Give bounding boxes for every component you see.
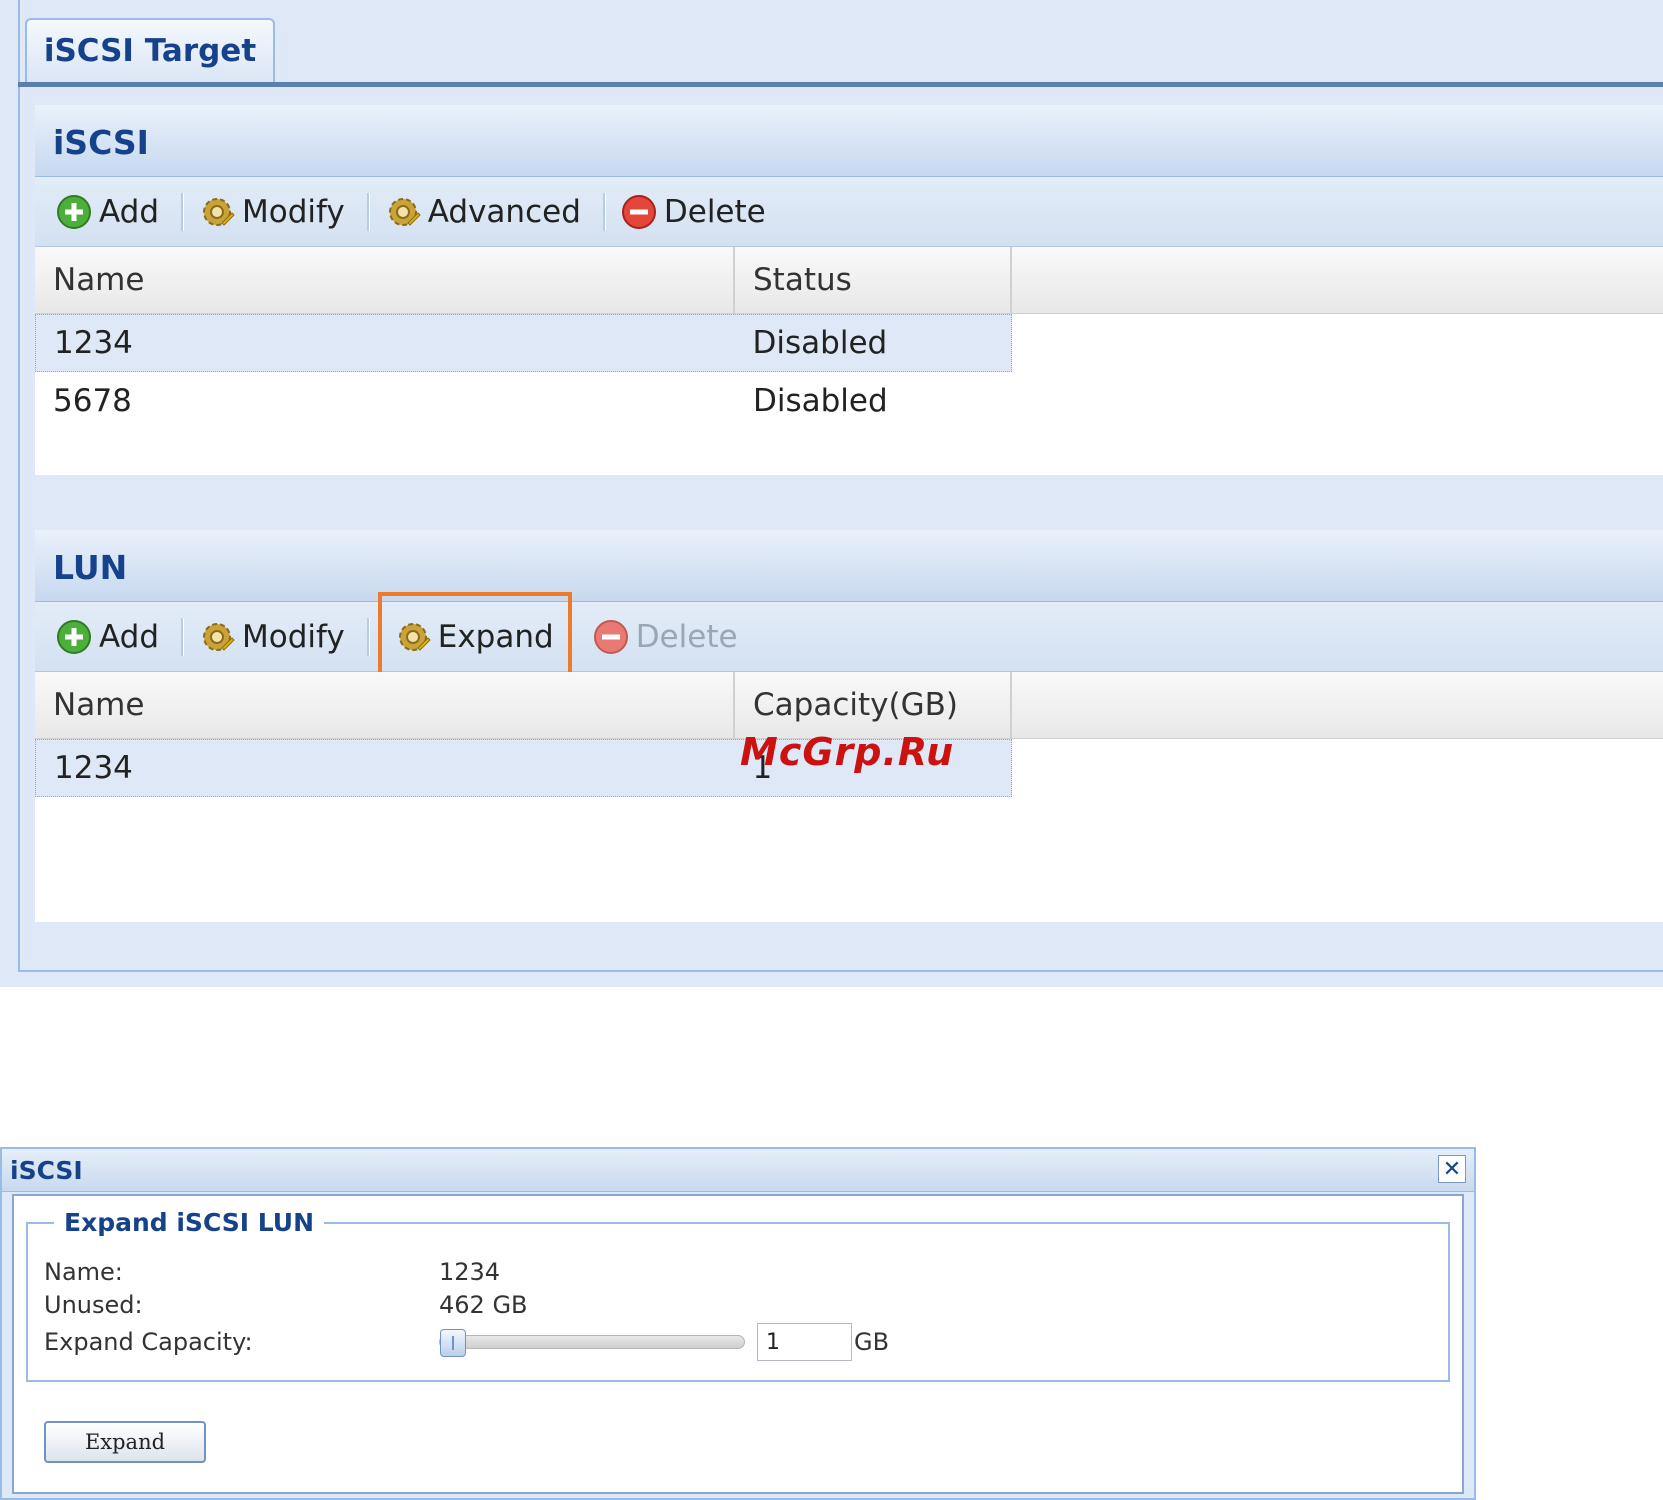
expand-button[interactable]: Expand (44, 1421, 206, 1463)
toolbar-separator (181, 192, 185, 231)
toolbar-separator (181, 617, 185, 656)
cell-status: Disabled (752, 325, 888, 361)
lun-expand-label: Expand (437, 618, 554, 655)
toolbar-separator (366, 192, 370, 231)
capacity-slider[interactable] (439, 1329, 745, 1357)
delete-icon (593, 619, 628, 654)
iscsi-grid: Name Status 1234 Disabled 5678 Disabled (35, 247, 1663, 430)
column-header-status[interactable]: Status (735, 247, 1012, 313)
gear-icon (203, 622, 235, 651)
cell-name: 5678 (53, 383, 132, 419)
iscsi-advanced-label: Advanced (427, 193, 581, 230)
iscsi-section: iSCSI Add Modify Advanced Delete Name St… (35, 105, 1663, 475)
column-header-name[interactable]: Name (35, 672, 735, 738)
capacity-input[interactable] (757, 1323, 852, 1361)
cell-name: 1234 (54, 325, 133, 361)
table-row[interactable]: 1234 Disabled (35, 314, 1012, 372)
lun-expand-button[interactable]: Expand (377, 591, 572, 682)
dialog-body: Expand iSCSI LUN Name: 1234 Unused: 462 … (12, 1194, 1464, 1494)
iscsi-target-panel: iSCSI Target iSCSI Add Modify Advanced D… (0, 0, 1663, 987)
iscsi-modify-label: Modify (242, 193, 345, 230)
cell-name: 1234 (54, 750, 133, 786)
unused-row: Unused: 462 GB (44, 1291, 528, 1319)
cell-status: Disabled (753, 383, 888, 419)
iscsi-delete-label: Delete (663, 193, 766, 230)
lun-modify-label: Modify (242, 618, 345, 655)
lun-delete-label: Delete (635, 618, 738, 655)
expand-lun-dialog: iSCSI ✕ Expand iSCSI LUN Name: 1234 Unus… (0, 1147, 1476, 1500)
dialog-title: iSCSI (10, 1155, 83, 1185)
expand-capacity-label: Expand Capacity: (44, 1328, 253, 1356)
unused-label: Unused: (44, 1291, 143, 1319)
name-row: Name: 1234 (44, 1258, 500, 1286)
tab-strip (18, 82, 1663, 87)
gear-icon (388, 197, 421, 226)
fieldset-title: Expand iSCSI LUN (64, 1208, 315, 1237)
iscsi-add-button[interactable]: Add (53, 185, 169, 239)
dialog-title-bar: iSCSI ✕ (2, 1149, 1474, 1192)
add-icon (57, 194, 91, 229)
lun-section: LUN Add Modify Expand Delete Name Capaci… (35, 530, 1663, 922)
slider-thumb[interactable] (440, 1329, 466, 1357)
lun-add-label: Add (99, 618, 160, 655)
column-header-name[interactable]: Name (35, 247, 735, 313)
lun-add-button[interactable]: Add (53, 610, 169, 664)
capacity-unit: GB (854, 1328, 890, 1356)
iscsi-modify-button[interactable]: Modify (196, 185, 355, 239)
toolbar-separator (366, 617, 370, 656)
name-label: Name: (44, 1258, 123, 1286)
iscsi-grid-header: Name Status (35, 247, 1663, 314)
unused-value: 462 GB (439, 1291, 528, 1319)
iscsi-toolbar: Add Modify Advanced Delete (35, 177, 1663, 247)
lun-modify-button[interactable]: Modify (196, 610, 355, 664)
table-row[interactable]: 5678 Disabled (35, 372, 1012, 430)
tab-iscsi-target[interactable]: iSCSI Target (25, 18, 275, 82)
close-icon[interactable]: ✕ (1438, 1155, 1466, 1183)
name-value: 1234 (439, 1258, 501, 1286)
lun-grid-header: Name Capacity(GB) (35, 672, 1663, 739)
lun-section-title: LUN (35, 530, 1663, 602)
add-icon (57, 619, 91, 654)
watermark-text: McGrp.Ru (740, 730, 955, 774)
gear-icon (398, 622, 431, 651)
iscsi-advanced-button[interactable]: Advanced (382, 185, 591, 239)
column-header-capacity[interactable]: Capacity(GB) (735, 672, 1012, 738)
toolbar-separator (602, 192, 606, 231)
iscsi-delete-button[interactable]: Delete (618, 185, 776, 239)
iscsi-add-label: Add (99, 193, 160, 230)
iscsi-section-title: iSCSI (35, 105, 1663, 177)
expand-capacity-row: Expand Capacity: GB (44, 1323, 889, 1361)
gear-icon (203, 197, 235, 226)
lun-delete-button[interactable]: Delete (590, 610, 748, 664)
delete-icon (621, 194, 656, 229)
lun-toolbar: Add Modify Expand Delete (35, 591, 1663, 682)
